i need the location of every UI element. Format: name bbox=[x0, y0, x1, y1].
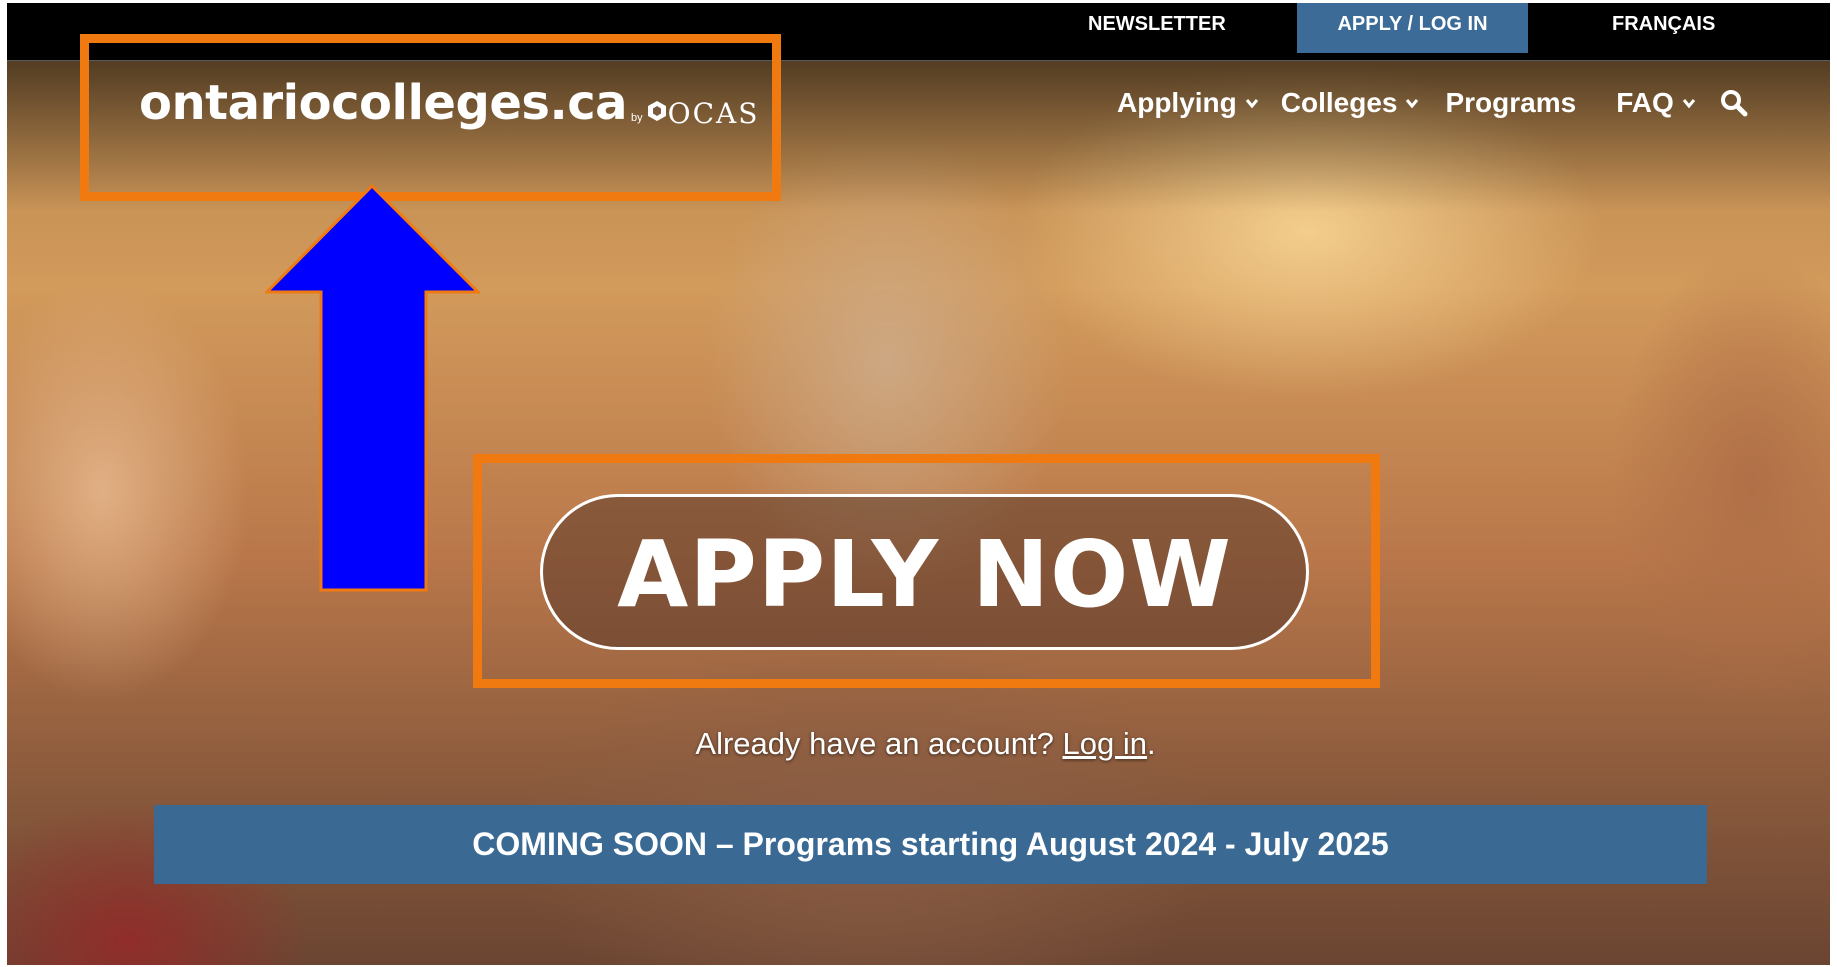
chevron-down-icon bbox=[1682, 99, 1695, 109]
nav-faq-label: FAQ bbox=[1616, 87, 1674, 118]
search-icon[interactable] bbox=[1720, 89, 1748, 117]
newsletter-link[interactable]: NEWSLETTER bbox=[1088, 3, 1226, 53]
already-account-text: Already have an account? bbox=[695, 726, 1054, 761]
nav-colleges[interactable]: Colleges bbox=[1281, 87, 1420, 119]
nav-applying[interactable]: Applying bbox=[1117, 87, 1259, 119]
nav-programs-label: Programs bbox=[1445, 87, 1577, 118]
nav-faq[interactable]: FAQ bbox=[1616, 87, 1696, 119]
nav-applying-label: Applying bbox=[1117, 87, 1237, 118]
nav-programs[interactable]: Programs bbox=[1445, 87, 1576, 119]
chevron-down-icon bbox=[1406, 99, 1419, 109]
annotation-box-apply bbox=[473, 454, 1380, 688]
annotation-arrow-up-icon bbox=[265, 184, 480, 592]
nav-colleges-label: Colleges bbox=[1280, 87, 1398, 118]
coming-soon-banner[interactable]: COMING SOON – Programs starting August 2… bbox=[154, 805, 1707, 884]
login-link[interactable]: Log in bbox=[1063, 726, 1147, 761]
apply-login-link[interactable]: APPLY / LOG IN bbox=[1297, 3, 1528, 53]
login-prompt: Already have an account? Log in. bbox=[7, 726, 1830, 762]
annotation-box-logo bbox=[80, 34, 781, 201]
main-nav: Applying Colleges Programs FAQ bbox=[1117, 83, 1748, 123]
francais-link[interactable]: FRANÇAIS bbox=[1612, 3, 1715, 53]
login-period: . bbox=[1146, 726, 1156, 761]
chevron-down-icon bbox=[1245, 99, 1258, 109]
